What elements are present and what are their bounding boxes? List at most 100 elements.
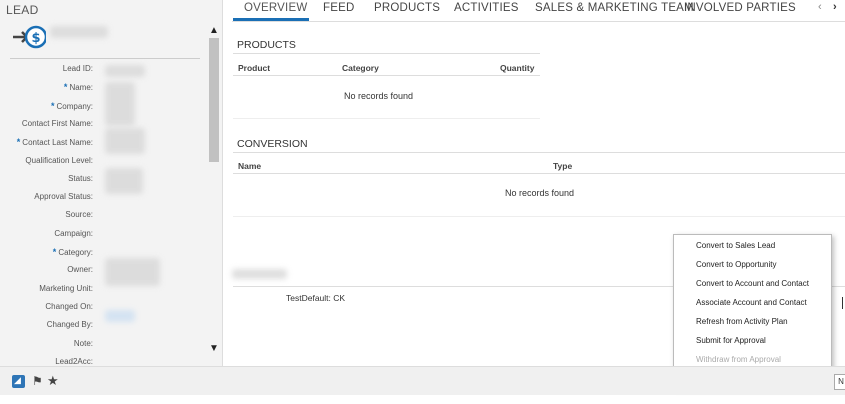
more-actions-menu: Convert to Sales Lead Convert to Opportun… — [673, 234, 832, 388]
required-marker: * — [51, 100, 55, 111]
tab-products[interactable]: PRODUCTS — [374, 2, 440, 14]
tab-overview[interactable]: OVERVIEW — [244, 2, 307, 14]
lead-name-redacted — [50, 26, 108, 38]
products-col-quantity[interactable]: Quantity — [500, 63, 534, 73]
field-row: * Contact Last Name: — [0, 134, 205, 151]
bottom-toolbar: ◢ ⚑ ★ N — [0, 366, 845, 395]
field-row: * Category: — [0, 244, 205, 261]
menu-item-refresh-from-activity-plan[interactable]: Refresh from Activity Plan — [696, 317, 788, 326]
field-label: Changed By: — [47, 320, 93, 329]
field-value-redacted — [105, 82, 135, 126]
tab-bar-divider — [232, 21, 845, 22]
field-label-text: Source: — [65, 210, 93, 220]
field-row: Qualification Level: — [0, 153, 205, 170]
field-label: Campaign: — [54, 229, 93, 238]
field-value-redacted — [105, 128, 145, 154]
conversion-title-line — [233, 152, 845, 153]
conversion-col-name[interactable]: Name — [238, 161, 261, 171]
field-label-text: Changed By: — [46, 320, 93, 330]
field-label-text: Company: — [56, 101, 93, 111]
required-marker: * — [16, 137, 21, 148]
lead-conversion-icon: $ — [13, 25, 46, 49]
field-row: Note: — [0, 336, 205, 353]
field-label-text: Campaign: — [54, 228, 93, 238]
tab-feed[interactable]: FEED — [323, 2, 354, 14]
scroll-thumb[interactable] — [209, 38, 219, 162]
conversion-header-line — [233, 173, 845, 174]
field-row: Owner: — [0, 262, 205, 279]
conversion-bottom-line — [233, 216, 845, 217]
products-section-title: PRODUCTS — [237, 39, 296, 51]
field-label-text: Qualification Level: — [25, 155, 93, 165]
star-icon[interactable]: ★ — [47, 373, 59, 389]
products-empty-message: No records found — [344, 91, 414, 101]
conversion-col-type[interactable]: Type — [553, 161, 572, 171]
menu-item-submit-for-approval[interactable]: Submit for Approval — [696, 336, 766, 345]
field-row: * Company: — [0, 98, 205, 115]
field-row: Campaign: — [0, 226, 205, 243]
field-row: Source: — [0, 207, 205, 224]
products-bottom-line — [233, 118, 540, 119]
menu-item-convert-to-opportunity[interactable]: Convert to Opportunity — [696, 260, 776, 269]
required-marker: * — [52, 247, 57, 257]
field-row: Status: — [0, 171, 205, 188]
menu-item-convert-to-account-and-contact[interactable]: Convert to Account and Contact — [696, 279, 809, 288]
flag-icon[interactable]: ⚑ — [32, 374, 43, 388]
field-label: * Name: — [64, 82, 93, 92]
field-label: * Contact Last Name: — [17, 137, 93, 147]
field-label-text: Note: — [73, 338, 93, 348]
field-label: Status: — [68, 174, 93, 183]
field-label-text: Contact First Name: — [21, 118, 93, 128]
field-label: Approval Status: — [34, 192, 93, 201]
scroll-down-icon[interactable]: ▼ — [207, 342, 221, 356]
field-label-text: Category: — [58, 248, 93, 257]
field-label-text: Status: — [68, 173, 93, 183]
field-value-redacted — [105, 258, 160, 286]
field-value-redacted — [105, 65, 145, 77]
products-header-line — [233, 75, 540, 76]
panel-title: LEAD — [6, 3, 39, 17]
conversion-empty-message: No records found — [505, 188, 575, 198]
field-label: Owner: — [67, 265, 93, 274]
header-divider — [10, 58, 200, 59]
tab-sales-marketing-team[interactable]: SALES & MARKETING TEAM — [535, 2, 694, 14]
test-default-field: TestDefault: CK — [286, 293, 346, 303]
conversion-section-title: CONVERSION — [237, 138, 308, 150]
field-value-redacted — [105, 310, 135, 322]
panel-scrollbar[interactable]: ▲ ▼ — [207, 18, 221, 362]
field-label-text: Owner: — [67, 265, 93, 275]
tab-involved-parties[interactable]: INVOLVED PARTIES — [684, 2, 796, 14]
field-label-text: Lead ID: — [62, 64, 93, 73]
field-label: Lead2Acc: — [55, 357, 93, 366]
field-label-text: Name: — [69, 83, 93, 93]
field-value-redacted — [105, 168, 143, 194]
menu-item-convert-to-sales-lead[interactable]: Convert to Sales Lead — [696, 241, 775, 250]
field-row: Contact First Name: — [0, 116, 205, 133]
field-label-text: Lead2Acc: — [55, 356, 93, 366]
field-label: Marketing Unit: — [39, 284, 93, 293]
lead-detail-panel: LEAD $ Lead ID: * Name: * Company: Contact Fi… — [0, 0, 223, 366]
products-col-product[interactable]: Product — [238, 63, 270, 73]
products-col-category[interactable]: Category — [342, 63, 379, 73]
field-label: * Company: — [51, 101, 93, 111]
field-row: * Name: — [0, 79, 205, 96]
field-row: Marketing Unit: — [0, 281, 205, 298]
field-label-text: Changed On: — [45, 301, 93, 311]
menu-item-associate-account-and-contact[interactable]: Associate Account and Contact — [696, 298, 807, 307]
bottom-action-button[interactable]: N — [834, 374, 845, 390]
field-label-text: Marketing Unit: — [39, 283, 93, 293]
field-label: Lead ID: — [63, 64, 93, 73]
field-label-text: Approval Status: — [34, 192, 93, 202]
products-title-line — [233, 53, 540, 54]
field-label: Qualification Level: — [25, 156, 93, 165]
section-title-redacted — [232, 269, 287, 279]
field-label: Changed On: — [45, 302, 93, 311]
tab-activities[interactable]: ACTIVITIES — [454, 2, 519, 14]
field-label-text: Contact Last Name: — [22, 138, 93, 148]
rss-icon[interactable]: ◢ — [12, 375, 25, 388]
scroll-up-icon[interactable]: ▲ — [207, 24, 221, 38]
tab-prev-icon[interactable]: ‹ — [818, 1, 822, 13]
active-tab-indicator — [233, 18, 309, 21]
tab-next-icon[interactable]: › — [833, 1, 837, 13]
field-label: Source: — [65, 210, 93, 219]
